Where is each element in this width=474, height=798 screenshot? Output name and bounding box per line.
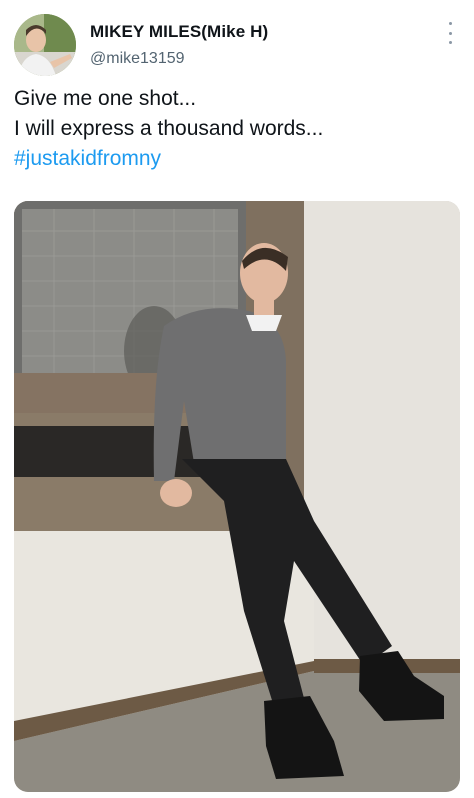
tweet-text-line-1: Give me one shot... bbox=[14, 87, 197, 110]
more-options-icon[interactable] bbox=[446, 22, 454, 44]
photo-icon bbox=[14, 201, 460, 792]
tweet-photo[interactable] bbox=[14, 201, 460, 792]
more-dot bbox=[448, 31, 452, 35]
more-dot bbox=[448, 22, 452, 25]
author-avatar[interactable] bbox=[14, 14, 76, 76]
tweet-text-line-2: I will express a thousand words... bbox=[14, 117, 324, 140]
tweet-text: Give me one shot... I will express a tho… bbox=[14, 84, 454, 174]
avatar-photo-icon bbox=[14, 14, 76, 76]
author-display-name[interactable]: MIKEY MILES(Mike H) bbox=[90, 22, 268, 42]
more-dot bbox=[448, 41, 452, 44]
author-handle[interactable]: @mike13159 bbox=[90, 50, 185, 68]
hashtag-link[interactable]: #justakidfromny bbox=[14, 144, 454, 174]
tweet: MIKEY MILES(Mike H) @mike13159 Give me o… bbox=[0, 0, 474, 798]
